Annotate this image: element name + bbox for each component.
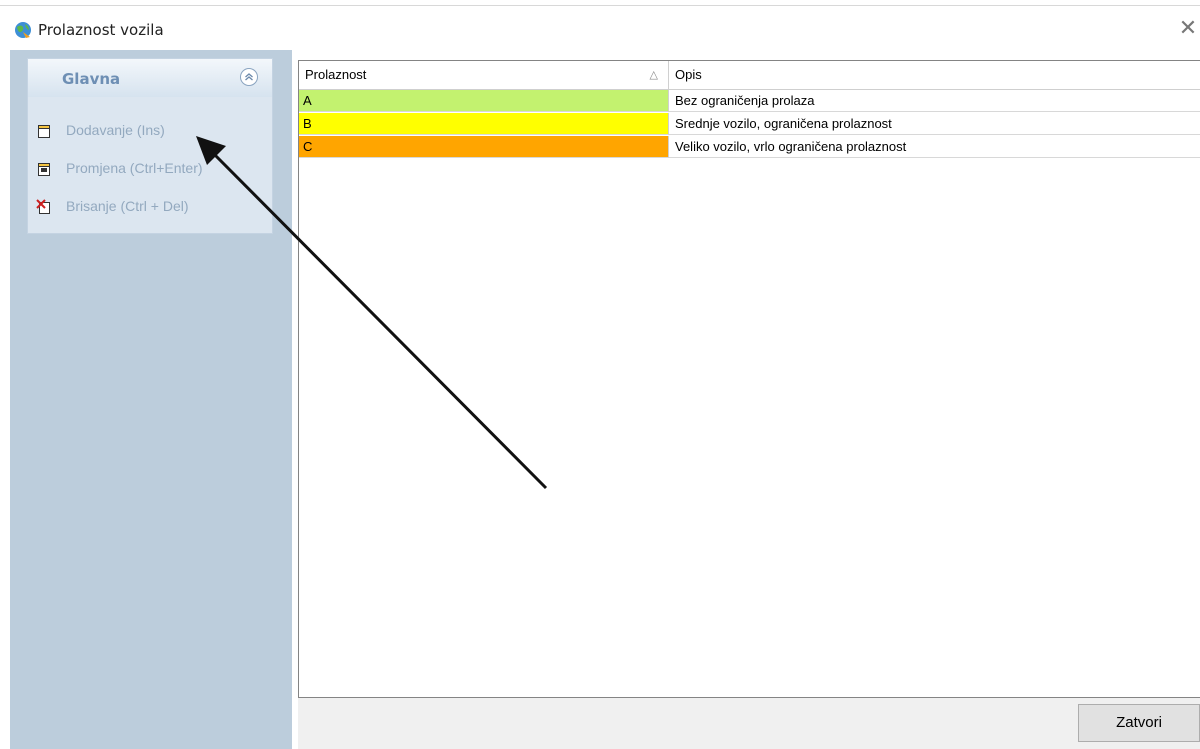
opis-cell[interactable]: Bez ograničenja prolaza	[669, 90, 1200, 112]
prolaznost-cell[interactable]: B	[299, 113, 669, 135]
column-header-opis[interactable]: Opis	[669, 61, 1200, 89]
edit-document-icon	[36, 161, 52, 177]
table-row[interactable]: B Srednje vozilo, ograničena prolaznost	[299, 113, 1200, 136]
group-title: Glavna	[62, 70, 121, 88]
opis-cell[interactable]: Veliko vozilo, vrlo ograničena prolaznos…	[669, 136, 1200, 158]
table-row[interactable]: A Bez ograničenja prolaza	[299, 90, 1200, 113]
window-titlebar: Prolaznost vozila ✕	[0, 0, 1200, 42]
grid-header: Prolaznost △ Opis	[299, 61, 1200, 90]
delete-command-label: Brisanje (Ctrl + Del)	[66, 198, 189, 214]
add-command[interactable]: Dodavanje (Ins)	[36, 121, 266, 141]
add-command-label: Dodavanje (Ins)	[66, 122, 165, 138]
group-header[interactable]: Glavna	[28, 59, 272, 97]
globe-app-icon	[14, 21, 32, 39]
prolaznost-cell[interactable]: C	[299, 136, 669, 158]
collapse-chevron-icon[interactable]	[240, 68, 258, 86]
sidebar-group-glavna: Glavna Dodavanje (Ins) Promjena (Ctrl+En…	[27, 58, 273, 234]
close-button[interactable]: Zatvori	[1078, 704, 1200, 742]
edit-command-label: Promjena (Ctrl+Enter)	[66, 160, 203, 176]
opis-cell[interactable]: Srednje vozilo, ograničena prolaznost	[669, 113, 1200, 135]
column-header-label: Opis	[675, 67, 702, 82]
sidebar: Glavna Dodavanje (Ins) Promjena (Ctrl+En…	[10, 50, 292, 749]
dialog-footer: Zatvori	[298, 698, 1200, 749]
window-title: Prolaznost vozila	[38, 21, 164, 39]
data-grid: Prolaznost △ Opis A Bez ograničenja prol…	[298, 60, 1200, 698]
column-header-prolaznost[interactable]: Prolaznost △	[299, 61, 669, 89]
delete-command[interactable]: Brisanje (Ctrl + Del)	[36, 197, 266, 217]
titlebar-divider	[0, 5, 1200, 6]
prolaznost-cell[interactable]: A	[299, 90, 669, 112]
close-icon[interactable]: ✕	[1176, 17, 1200, 41]
edit-command[interactable]: Promjena (Ctrl+Enter)	[36, 159, 266, 179]
sort-ascending-icon: △	[649, 69, 658, 81]
new-document-icon	[36, 123, 52, 139]
column-header-label: Prolaznost	[305, 67, 367, 82]
table-row[interactable]: C Veliko vozilo, vrlo ograničena prolazn…	[299, 136, 1200, 159]
delete-document-icon	[36, 199, 52, 215]
